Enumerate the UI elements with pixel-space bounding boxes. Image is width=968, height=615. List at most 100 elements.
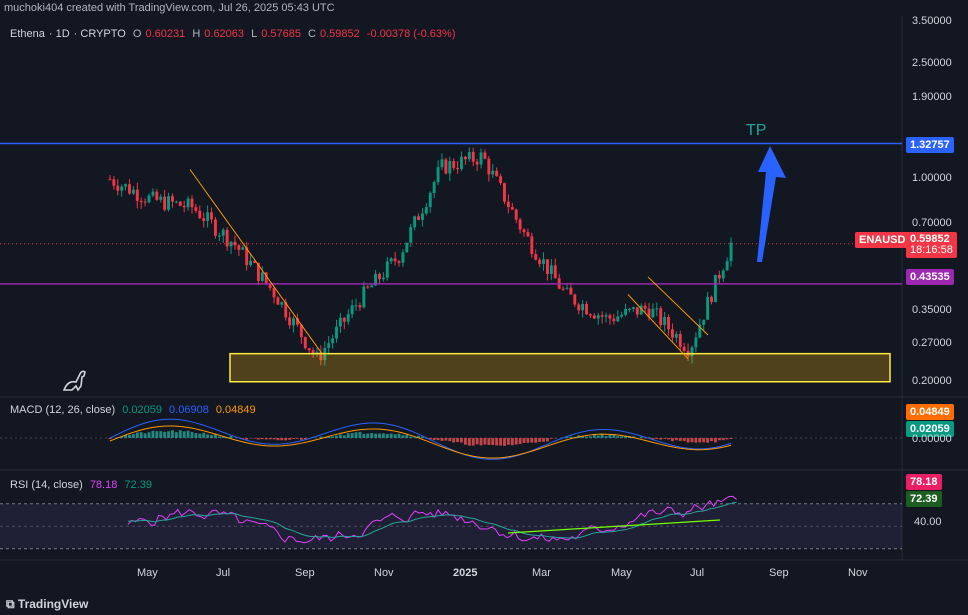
time-tick-label: May: [611, 567, 632, 579]
macd-histogram-bar: [503, 438, 506, 446]
macd-histogram-bar: [456, 438, 460, 443]
dino-icon: [62, 370, 86, 392]
macd-histogram-bar: [253, 438, 256, 439]
candle-body: [143, 201, 147, 203]
macd-histogram-bar: [510, 438, 514, 446]
macd-histogram-bar: [725, 438, 729, 440]
candle-body: [628, 308, 631, 310]
candle-body: [249, 260, 253, 266]
candle-body: [178, 201, 182, 206]
candle-body: [112, 179, 116, 186]
candle-body: [280, 302, 284, 305]
macd-histogram-bar: [604, 436, 608, 438]
candle-body: [487, 158, 491, 175]
candle-body: [194, 207, 198, 211]
price-tick-label: 1.00000: [912, 172, 952, 185]
candle-body: [479, 152, 483, 165]
overlays-group: [0, 142, 902, 383]
candle-body: [444, 159, 448, 174]
footer: ⧉ TradingView: [0, 594, 968, 615]
candle-body: [206, 212, 210, 221]
candle-body: [585, 303, 588, 315]
macd-histogram-bar: [440, 438, 444, 441]
macd-histogram-bar: [229, 435, 233, 438]
macd-histogram-bar: [518, 438, 522, 445]
candle-body: [292, 318, 295, 326]
macd-histogram-bar: [495, 438, 499, 446]
macd-histogram-bar: [299, 438, 303, 440]
macd-histogram-bar: [245, 438, 249, 440]
macd-histogram-bar: [674, 438, 678, 441]
macd-histogram-bar: [444, 438, 448, 441]
macd-histogram-bar: [686, 438, 690, 443]
macd-histogram-bar: [678, 438, 682, 441]
candle-body: [155, 191, 159, 200]
candle-body: [717, 274, 721, 279]
candle-body: [120, 186, 124, 191]
price-tick-label: 2.50000: [912, 56, 952, 69]
candle-body: [483, 152, 487, 159]
candle-body: [174, 201, 178, 203]
macd-histogram-bar: [366, 433, 370, 438]
candle-body: [198, 210, 202, 219]
macd-histogram-bar: [159, 431, 163, 438]
candle-body: [276, 297, 280, 305]
macd-histogram-bar: [178, 430, 182, 438]
footer-brand: TradingView: [17, 597, 89, 611]
candle-body: [124, 184, 128, 187]
candle-body: [413, 216, 417, 228]
macd-histogram-bar: [514, 438, 518, 445]
time-tick-label: Sep: [295, 567, 315, 579]
macd-histogram-bar: [542, 438, 545, 442]
candle-body: [272, 287, 276, 298]
macd-histogram-bar: [108, 438, 112, 440]
candle-body: [338, 317, 342, 327]
candle-body: [608, 315, 612, 319]
time-tick-label: Mar: [532, 567, 551, 579]
candle-body: [381, 277, 385, 280]
candle-body: [678, 334, 682, 347]
candle-body: [573, 294, 577, 305]
candle-body: [616, 316, 620, 322]
macd-histogram-bar: [256, 438, 260, 440]
candle-body: [370, 285, 374, 288]
candle-body: [600, 315, 604, 317]
macd-histogram-bar: [526, 438, 530, 443]
time-tick-label: Sep: [769, 567, 789, 579]
candle-body: [135, 189, 139, 201]
macd-histogram-bar: [682, 438, 686, 441]
macd-histogram-bar: [499, 438, 503, 446]
rsi-ma-tag: 72.39: [906, 491, 942, 507]
candle-body: [432, 182, 436, 194]
candle-body: [635, 307, 639, 315]
macd-histogram-bar: [698, 438, 702, 443]
candle-body: [725, 261, 729, 271]
candle-body: [561, 288, 565, 290]
macd-histogram-bar: [506, 438, 510, 445]
macd-line: [109, 418, 732, 460]
candle-body: [624, 308, 628, 315]
price-chart[interactable]: [0, 0, 968, 594]
candle-body: [682, 346, 686, 351]
candle-body: [354, 305, 358, 307]
macd-histogram-bar: [198, 433, 202, 438]
macd-histogram-bar: [264, 438, 268, 440]
tp-label: TP: [746, 122, 767, 139]
candle-body: [694, 337, 698, 348]
candle-body: [499, 176, 503, 184]
candle-body: [397, 261, 401, 263]
macd-histogram-bar: [409, 436, 413, 438]
macd-histogram-bar: [710, 438, 713, 442]
candle-body: [530, 236, 534, 255]
macd-histogram-bar: [190, 431, 194, 438]
candle-body: [491, 170, 495, 175]
macd-histogram-bar: [471, 438, 475, 446]
macd-histogram-bar: [467, 438, 471, 446]
candle-body: [612, 318, 616, 322]
rsi-value: 78.18: [89, 479, 118, 491]
candle-body: [221, 229, 225, 236]
candle-body: [436, 167, 440, 183]
macd-histogram-bar: [401, 435, 405, 438]
candle-body: [163, 196, 167, 210]
macd-histogram-bar: [292, 438, 295, 439]
